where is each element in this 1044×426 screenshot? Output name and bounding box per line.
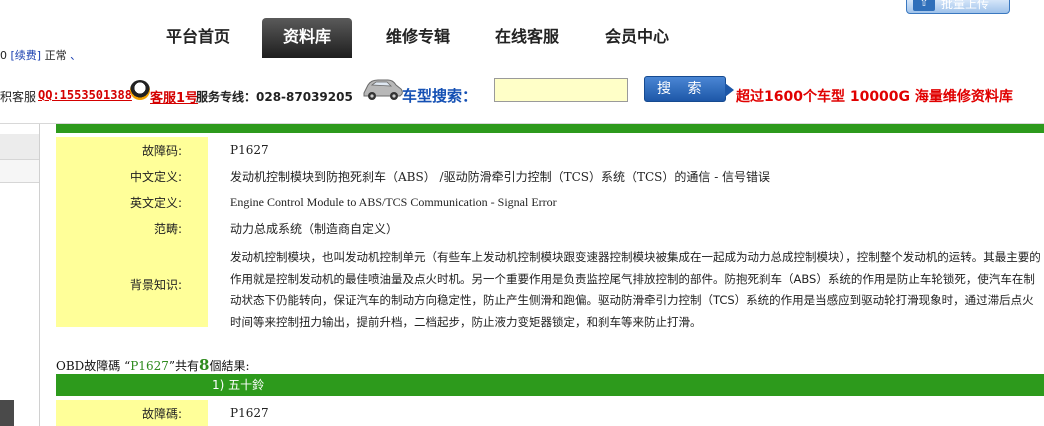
sidebar-scrollbar[interactable] bbox=[0, 400, 14, 426]
nav-online-service[interactable]: 在线客服 bbox=[478, 18, 576, 58]
status-left-text: 0 bbox=[0, 49, 7, 62]
results-panel: 故障码: P1627 中文定义: 发动机控制模块到防抱死刹车（ABS） /驱动防… bbox=[56, 124, 1044, 426]
detail-row-en-definition: 英文定义: Engine Control Module to ABS/TCS C… bbox=[56, 189, 1044, 215]
service-search-bar: 积客服 QQ:1553501388 客服1号 服务专线：028-87039205… bbox=[0, 64, 1044, 124]
car-search-label: 车型搜索： bbox=[402, 87, 478, 105]
customer-service-link[interactable]: 客服1号 bbox=[150, 87, 198, 106]
row-value: 发动机控制模块，也叫发动机控制单元（有些车上发动机控制模块跟变速器控制模块被集成… bbox=[230, 250, 1041, 329]
detail-row-category: 范畴: 动力总成系统（制造商自定义） bbox=[56, 215, 1044, 241]
nav-library[interactable]: 资料库 bbox=[262, 18, 352, 58]
row-value: 发动机控制模块到防抱死刹车（ABS） /驱动防滑牵引力控制（TCS）系统（TCS… bbox=[230, 169, 771, 184]
qq-link[interactable]: QQ:1553501388 bbox=[38, 88, 132, 102]
row-value: P1627 bbox=[230, 143, 269, 157]
service-prefix: 积客服 bbox=[0, 90, 37, 104]
row-label: 故障碼: bbox=[56, 400, 208, 426]
account-status: 0 [续费] 正常 、 bbox=[0, 47, 81, 63]
nav-member-center[interactable]: 会员中心 bbox=[588, 18, 686, 58]
detail-row-background: 背景知识: 发动机控制模块，也叫发动机控制单元（有些车上发动机控制模块跟变速器控… bbox=[56, 241, 1044, 329]
detail-row-code: 故障码: P1627 bbox=[56, 137, 1044, 163]
batch-upload-label: 批量上传 bbox=[941, 0, 990, 11]
row-value: P1627 bbox=[230, 406, 269, 420]
batch-upload-button[interactable]: ⇧ 批量上传 bbox=[906, 0, 1010, 14]
result-middle: ”共有 bbox=[168, 359, 199, 373]
qq-penguin-icon[interactable] bbox=[130, 80, 150, 100]
sidebar-item[interactable] bbox=[0, 134, 39, 160]
car-model-search-input[interactable] bbox=[494, 78, 628, 102]
status-dot-link[interactable]: 、 bbox=[70, 49, 81, 62]
row-label: 英文定义: bbox=[56, 189, 208, 215]
row-value: Engine Control Module to ABS/TCS Communi… bbox=[230, 194, 557, 209]
result-count-line: OBD故障碼 “P1627”共有8個結果: bbox=[56, 356, 249, 374]
result-count: 8 bbox=[199, 356, 210, 374]
result-suffix: 個結果: bbox=[209, 359, 250, 373]
promo-banner: 超过1600个车型 10000G 海量维修资料库 bbox=[736, 89, 1013, 105]
left-sidebar bbox=[0, 124, 40, 426]
service-hotline: 服务专线：028-87039205 bbox=[196, 90, 353, 104]
result-code: P1627 bbox=[130, 359, 169, 373]
sidebar-item[interactable] bbox=[0, 160, 39, 183]
result-header-bar: 1) 五十鈴 bbox=[56, 374, 1044, 396]
row-label: 背景知识: bbox=[56, 241, 208, 327]
row-label: 范畴: bbox=[56, 215, 208, 241]
detail-row-code: 故障碼: P1627 bbox=[56, 400, 1044, 426]
nav-repair-album[interactable]: 维修专辑 bbox=[366, 18, 470, 58]
top-header: ⇧ 批量上传 0 [续费] 正常 、 平台首页 资料库 维修专辑 在线客服 会员… bbox=[0, 0, 1044, 64]
status-text: 正常 bbox=[44, 49, 67, 62]
result-prefix: OBD故障碼 “ bbox=[56, 359, 131, 373]
row-label: 故障码: bbox=[56, 137, 208, 163]
car-icon bbox=[363, 79, 403, 100]
result-header-bar bbox=[56, 124, 1044, 133]
search-button[interactable]: 搜 索 bbox=[644, 76, 734, 102]
nav-home[interactable]: 平台首页 bbox=[140, 18, 256, 58]
detail-row-cn-definition: 中文定义: 发动机控制模块到防抱死刹车（ABS） /驱动防滑牵引力控制（TCS）… bbox=[56, 163, 1044, 189]
row-label: 中文定义: bbox=[56, 163, 208, 189]
upload-icon: ⇧ bbox=[913, 0, 935, 11]
row-value: 动力总成系统（制造商自定义） bbox=[230, 221, 399, 236]
renew-link[interactable]: [续费] bbox=[11, 49, 42, 62]
